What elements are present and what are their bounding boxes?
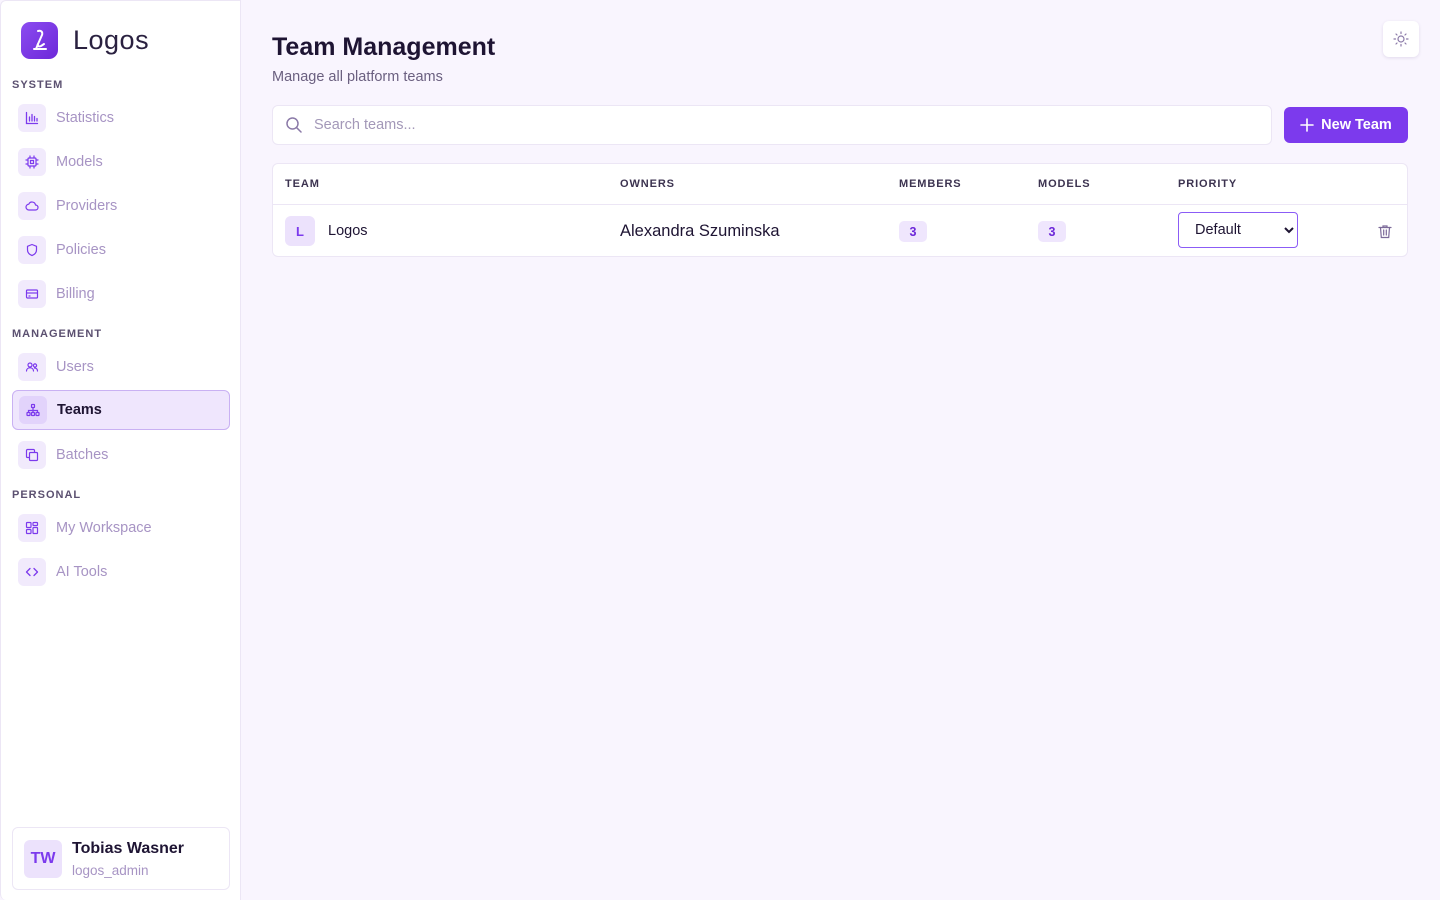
brand[interactable]: Logos bbox=[21, 22, 149, 59]
section-label-personal: PERSONAL bbox=[12, 489, 82, 501]
brand-name: Logos bbox=[73, 25, 150, 55]
sidebar-item-billing[interactable]: Billing bbox=[12, 274, 230, 314]
sidebar-item-label: Batches bbox=[56, 447, 109, 463]
sidebar-item-label: Providers bbox=[56, 198, 118, 214]
sidebar-item-my-workspace[interactable]: My Workspace bbox=[12, 508, 230, 548]
search-input[interactable] bbox=[314, 117, 1214, 133]
sidebar-item-ai-tools[interactable]: AI Tools bbox=[12, 552, 230, 592]
sidebar-item-teams[interactable]: Teams bbox=[12, 390, 230, 430]
user-info: Tobias Wasner logos_admin bbox=[72, 840, 184, 878]
sidebar-item-statistics[interactable]: Statistics bbox=[12, 98, 230, 138]
sidebar-item-label: AI Tools bbox=[56, 564, 108, 580]
team-name: Logos bbox=[328, 223, 368, 239]
owner-name: Alexandra Szuminska bbox=[620, 222, 780, 240]
sidebar-item-label: Statistics bbox=[56, 110, 115, 126]
teams-table: TEAM OWNERS MEMBERS MODELS PRIORITY L Lo… bbox=[272, 163, 1408, 257]
avatar: TW bbox=[24, 839, 62, 878]
team-avatar: L bbox=[285, 216, 315, 246]
sidebar-item-label: Users bbox=[56, 359, 94, 375]
column-header-priority: PRIORITY bbox=[1178, 178, 1238, 190]
page-title: Team Management bbox=[272, 33, 496, 61]
sidebar-item-label: Teams bbox=[57, 402, 102, 418]
search-box[interactable] bbox=[272, 105, 1272, 145]
priority-select[interactable]: Default bbox=[1178, 212, 1298, 248]
sun-icon bbox=[1393, 31, 1409, 47]
sidebar: Logos SYSTEM Statistics Models Providers… bbox=[0, 0, 241, 900]
user-card[interactable]: TW Tobias Wasner logos_admin bbox=[12, 827, 230, 890]
column-header-models: MODELS bbox=[1038, 178, 1091, 190]
sidebar-item-label: Policies bbox=[56, 242, 106, 258]
trash-icon bbox=[1378, 224, 1392, 239]
section-label-management: MANAGEMENT bbox=[12, 328, 103, 340]
sidebar-item-policies[interactable]: Policies bbox=[12, 230, 230, 270]
page-subtitle: Manage all platform teams bbox=[272, 69, 443, 85]
sidebar-item-label: My Workspace bbox=[56, 520, 152, 536]
cloud-icon bbox=[18, 192, 46, 220]
code-icon bbox=[18, 558, 46, 586]
sidebar-item-batches[interactable]: Batches bbox=[12, 435, 230, 475]
user-name: Tobias Wasner bbox=[72, 839, 185, 857]
search-icon bbox=[285, 116, 303, 134]
theme-toggle-button[interactable] bbox=[1383, 21, 1419, 57]
users-icon bbox=[18, 353, 46, 381]
logos-logo-icon bbox=[21, 22, 58, 59]
column-header-owners: OWNERS bbox=[620, 178, 675, 190]
copy-icon bbox=[18, 441, 46, 469]
shield-icon bbox=[18, 236, 46, 264]
table-header-divider bbox=[273, 204, 1407, 205]
models-count-badge: 3 bbox=[1038, 221, 1066, 242]
section-label-system: SYSTEM bbox=[12, 79, 64, 91]
plus-icon bbox=[1300, 118, 1314, 132]
delete-team-button[interactable] bbox=[1375, 221, 1395, 241]
bar-chart-icon bbox=[18, 104, 46, 132]
sidebar-item-models[interactable]: Models bbox=[12, 142, 230, 182]
cpu-chip-icon bbox=[18, 148, 46, 176]
sidebar-item-users[interactable]: Users bbox=[12, 347, 230, 387]
new-team-button[interactable]: New Team bbox=[1284, 107, 1408, 143]
grid-icon bbox=[18, 514, 46, 542]
sidebar-item-providers[interactable]: Providers bbox=[12, 186, 230, 226]
org-chart-icon bbox=[19, 396, 47, 424]
members-count-badge: 3 bbox=[899, 221, 927, 242]
sidebar-item-label: Models bbox=[56, 154, 103, 170]
new-team-label: New Team bbox=[1321, 117, 1392, 133]
column-header-team: TEAM bbox=[285, 178, 320, 190]
sidebar-item-label: Billing bbox=[56, 286, 95, 302]
credit-card-icon bbox=[18, 280, 46, 308]
user-handle: logos_admin bbox=[72, 862, 149, 878]
column-header-members: MEMBERS bbox=[899, 178, 962, 190]
